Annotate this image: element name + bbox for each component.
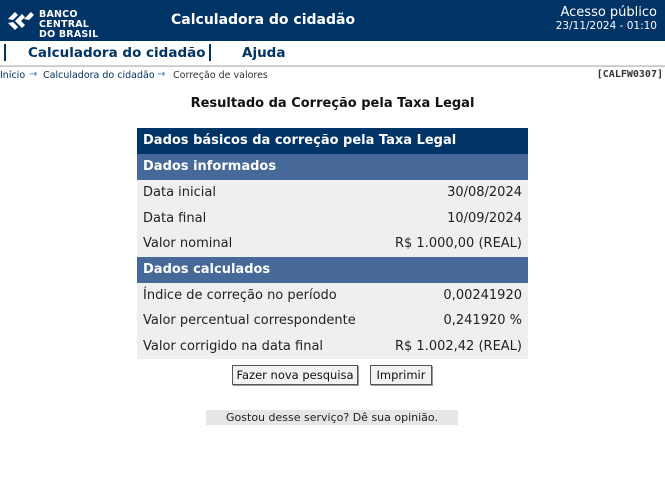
bcb-logo[interactable]: BANCO CENTRAL DO BRASIL — [6, 8, 126, 40]
breadcrumb-item-inicio[interactable]: Início — [0, 70, 25, 81]
section-header-calculated: Dados calculados — [137, 256, 528, 283]
print-button[interactable]: Imprimir — [370, 365, 432, 385]
menu-item-calculadora[interactable]: Calculadora do cidadão — [28, 45, 206, 61]
row-value: R$ 1.002,42 (REAL) — [395, 338, 522, 354]
row-label: Valor nominal — [143, 236, 233, 251]
bcb-logo-icon — [8, 12, 34, 30]
menu-separator — [4, 44, 6, 61]
screen-code: [CALFW0307] — [596, 69, 663, 80]
access-info: Acesso público 23/11/2024 - 01:10 — [556, 5, 657, 33]
menu-separator — [209, 44, 211, 61]
row-value: 10/09/2024 — [447, 210, 522, 226]
table-row: Data inicial 30/08/2024 — [137, 180, 528, 206]
table-row: Data final 10/09/2024 — [137, 205, 528, 231]
breadcrumb: Início → Calculadora do cidadão → Correç… — [0, 66, 665, 84]
access-datetime: 23/11/2024 - 01:10 — [555, 20, 657, 32]
logo-text-line-2: DO BRASIL — [39, 29, 99, 40]
page-title: Resultado da Correção pela Taxa Legal — [190, 96, 475, 111]
menu-bar: Calculadora do cidadão Ajuda — [0, 41, 665, 66]
app-title: Calculadora do cidadão — [171, 12, 356, 28]
table-row: Índice de correção no período 0,00241920 — [137, 282, 528, 308]
breadcrumb-arrow-icon: → — [157, 69, 166, 80]
breadcrumb-item-current: Correção de valores — [173, 70, 268, 81]
new-search-button[interactable]: Fazer nova pesquisa — [232, 365, 358, 385]
row-label: Data inicial — [143, 185, 216, 200]
feedback-link[interactable]: Gostou desse serviço? Dê sua opinião. — [206, 410, 458, 425]
logo-text-line-1: BANCO CENTRAL — [39, 9, 90, 30]
row-label: Data final — [143, 210, 207, 226]
result-table: Dados básicos da correção pela Taxa Lega… — [137, 128, 528, 359]
section-header-informed: Dados informados — [137, 154, 528, 180]
breadcrumb-item-calculadora[interactable]: Calculadora do cidadão — [43, 70, 155, 81]
row-label: Índice de correção no período — [143, 287, 337, 303]
table-row: Valor percentual correspondente 0,241920… — [137, 308, 528, 334]
row-label: Valor corrigido na data final — [143, 338, 324, 354]
result-header: Dados básicos da correção pela Taxa Lega… — [137, 128, 528, 154]
row-value: 30/08/2024 — [447, 185, 522, 200]
row-label: Valor percentual correspondente — [143, 313, 356, 328]
table-row: Valor nominal R$ 1.000,00 (REAL) — [137, 231, 528, 257]
row-value: 0,00241920 — [443, 287, 522, 303]
table-row: Valor corrigido na data final R$ 1.002,4… — [137, 333, 528, 359]
top-bar: BANCO CENTRAL DO BRASIL Calculadora do c… — [0, 0, 665, 41]
breadcrumb-arrow-icon: → — [29, 69, 38, 80]
row-value: R$ 1.000,00 (REAL) — [395, 236, 522, 251]
menu-item-ajuda[interactable]: Ajuda — [242, 45, 285, 61]
bcb-logo-text: BANCO CENTRAL DO BRASIL — [39, 10, 126, 40]
action-buttons: Fazer nova pesquisa Imprimir — [0, 365, 665, 387]
row-value: 0,241920 % — [443, 313, 522, 328]
access-label: Acesso público — [560, 5, 657, 20]
